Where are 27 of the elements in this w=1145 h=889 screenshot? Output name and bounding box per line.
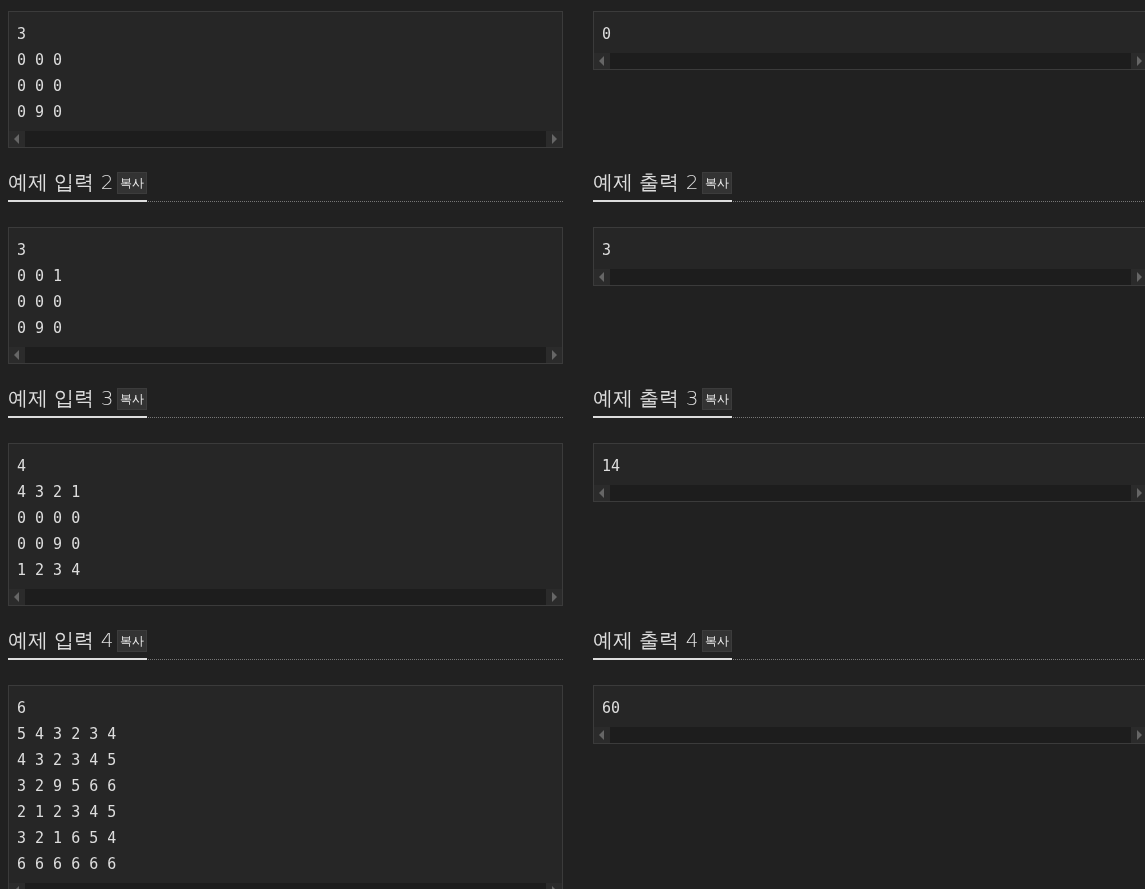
sample-code: 0 bbox=[601, 24, 613, 45]
section-heading: 예제 출력 4 bbox=[593, 628, 699, 652]
copy-button[interactable]: 복사 bbox=[117, 388, 148, 410]
sample-code: 3 bbox=[601, 240, 613, 261]
horizontal-scrollbar[interactable] bbox=[594, 485, 1145, 501]
sample-code: 14 bbox=[601, 456, 622, 477]
section-heading: 예제 입력 3 bbox=[8, 386, 114, 410]
copy-button[interactable]: 복사 bbox=[702, 388, 733, 410]
copy-button[interactable]: 복사 bbox=[702, 172, 733, 194]
sample-code: 3 0 0 1 0 0 0 0 9 0 bbox=[16, 240, 64, 339]
horizontal-scrollbar[interactable] bbox=[594, 727, 1145, 743]
sample-code: 60 bbox=[601, 698, 622, 719]
sample-code: 4 4 3 2 1 0 0 0 0 0 0 9 0 1 2 3 4 bbox=[16, 456, 82, 581]
sample-code: 3 0 0 0 0 0 0 0 9 0 bbox=[16, 24, 64, 123]
section-heading: 예제 출력 2 bbox=[593, 170, 699, 194]
horizontal-scrollbar[interactable] bbox=[9, 347, 562, 363]
sample-code: 6 5 4 3 2 3 4 4 3 2 3 4 5 3 2 9 5 6 6 2 1 2 3 4 5 3 2 1 6 5 4 6 6 6 6 6 6 bbox=[16, 698, 118, 875]
copy-button[interactable]: 복사 bbox=[117, 630, 148, 652]
copy-button[interactable]: 복사 bbox=[702, 630, 733, 652]
horizontal-scrollbar[interactable] bbox=[9, 131, 562, 147]
horizontal-scrollbar[interactable] bbox=[9, 589, 562, 605]
section-heading: 예제 입력 4 bbox=[8, 628, 114, 652]
section-heading: 예제 출력 3 bbox=[593, 386, 699, 410]
section-heading: 예제 입력 2 bbox=[8, 170, 114, 194]
copy-button[interactable]: 복사 bbox=[117, 172, 148, 194]
horizontal-scrollbar[interactable] bbox=[594, 269, 1145, 285]
horizontal-scrollbar[interactable] bbox=[594, 53, 1145, 69]
